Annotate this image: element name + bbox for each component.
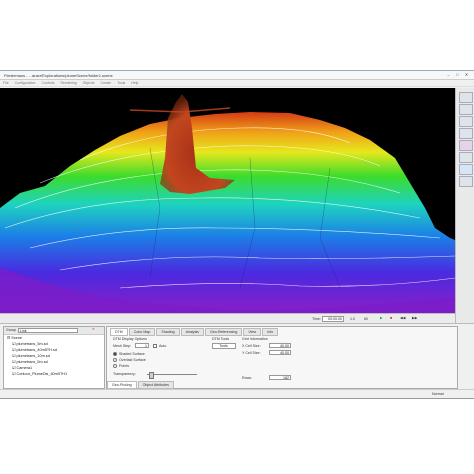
profile-tool-button[interactable] — [459, 152, 473, 163]
camera-tool-button[interactable] — [459, 176, 473, 187]
points-radio[interactable] — [113, 364, 117, 368]
auto-label: Auto — [159, 344, 167, 348]
rows-value: 182 — [269, 375, 291, 380]
menu-rendering[interactable]: Rendering — [61, 81, 77, 85]
tools-button[interactable]: Tools — [212, 343, 236, 349]
tab-analysis[interactable]: Analysis — [180, 328, 204, 336]
tab-dtm[interactable]: DTM — [110, 328, 128, 336]
rewind-icon[interactable]: ◀◀ — [400, 316, 406, 320]
time-field[interactable]: 00:00:00 — [322, 316, 344, 322]
menu-controls[interactable]: Controls — [41, 81, 54, 85]
y-cell-size-label: Y Cell Size: — [242, 351, 261, 355]
play-icon[interactable]: ▶ — [380, 316, 383, 320]
window-title: Fledermaus - ...aracr/Explorations/plume… — [4, 72, 113, 78]
tab-color-map[interactable]: Color Map — [128, 328, 156, 336]
measure-tool-button[interactable] — [459, 140, 473, 151]
terrain-render — [0, 94, 455, 313]
points-label: Points — [119, 364, 129, 368]
rotate-tool-button[interactable] — [459, 104, 473, 115]
grid-information-label: Grid Information — [242, 337, 268, 341]
explorer-header: Group — [6, 328, 16, 332]
menu-bar: File Configuration Controls Rendering Ob… — [0, 80, 474, 87]
draped-surface-radio[interactable] — [113, 358, 117, 362]
application-window: Fledermaus - ...aracr/Explorations/plume… — [0, 70, 474, 399]
tab-object-attributes[interactable]: Object Attributes — [137, 381, 174, 389]
tab-view[interactable]: View — [243, 328, 262, 336]
properties-tabs: DTM Color Map Shading Analysis Geo-Refer… — [110, 328, 279, 336]
title-bar: Fledermaus - ...aracr/Explorations/plume… — [0, 71, 474, 80]
status-text: Normal — [432, 392, 444, 396]
tab-shading[interactable]: Shading — [156, 328, 180, 336]
draped-surface-label: Overlaid Surface — [119, 358, 146, 362]
3d-viewport[interactable] — [0, 88, 455, 313]
properties-panel: DTM Color Map Shading Analysis Geo-Refer… — [106, 326, 458, 389]
remove-icon[interactable]: ✕ — [92, 327, 95, 331]
y-cell-size-value: 40.00 — [269, 350, 291, 355]
auto-checkbox[interactable] — [153, 344, 157, 348]
tab-geo-referencing[interactable]: Geo-Referencing — [204, 328, 243, 336]
bottom-tabs: Geo-Picking Object Attributes — [107, 381, 175, 389]
shaded-surface-radio[interactable] — [113, 352, 117, 356]
scene-explorer: Group Link ✕ ⊟ Scene ☑ plumetrans_5m.sd … — [3, 326, 105, 389]
mesh-step-label: Mesh Step: — [113, 344, 132, 348]
close-button[interactable]: ✕ — [463, 72, 470, 77]
fps-value: 60 — [364, 317, 368, 321]
tab-info[interactable]: Info — [262, 328, 279, 336]
menu-create[interactable]: Create — [101, 81, 112, 85]
time-label: Time: — [312, 317, 321, 321]
mesh-step-input[interactable]: 1 — [135, 343, 149, 348]
bottom-panel: Group Link ✕ ⊟ Scene ☑ plumetrans_5m.sd … — [0, 323, 474, 389]
forward-icon[interactable]: ▶▶ — [412, 316, 418, 320]
status-bar: Normal — [0, 389, 474, 398]
right-toolbar — [455, 88, 474, 333]
x-cell-size-label: X Cell Size: — [242, 344, 261, 348]
dtm-display-options-label: DTM Display Options — [113, 337, 147, 341]
tree-item[interactable]: ☑ Contour_PlumeDis_40m5TH1 — [4, 371, 104, 377]
shaded-surface-label: Shaded Surface — [119, 352, 145, 356]
transparency-slider-thumb[interactable] — [149, 372, 154, 379]
menu-help[interactable]: Help — [131, 81, 138, 85]
transparency-label: Transparency: — [113, 372, 136, 376]
menu-configuration[interactable]: Configuration — [15, 81, 36, 85]
explorer-search-input[interactable]: Link — [18, 328, 78, 333]
menu-file[interactable]: File — [3, 81, 9, 85]
speed-value: 1.0 — [350, 317, 355, 321]
stop-icon[interactable]: ■ — [390, 316, 392, 320]
transparency-slider[interactable] — [147, 374, 197, 375]
dtm-tools-label: DTM Tools — [212, 337, 230, 341]
rows-label: Rows: — [242, 376, 252, 380]
minimize-button[interactable]: – — [445, 72, 452, 77]
pan-tool-button[interactable] — [459, 92, 473, 103]
light-tool-button[interactable] — [459, 164, 473, 175]
menu-objects[interactable]: Objects — [83, 81, 95, 85]
menu-tools[interactable]: Tools — [117, 81, 125, 85]
x-cell-size-value: 40.00 — [269, 343, 291, 348]
select-tool-button[interactable] — [459, 128, 473, 139]
maximize-button[interactable]: □ — [454, 72, 461, 77]
scene-tree: ⊟ Scene ☑ plumetrans_5m.sd ☑ plumetrans_… — [4, 335, 104, 377]
zoom-tool-button[interactable] — [459, 116, 473, 127]
tab-geo-picking[interactable]: Geo-Picking — [107, 381, 137, 389]
